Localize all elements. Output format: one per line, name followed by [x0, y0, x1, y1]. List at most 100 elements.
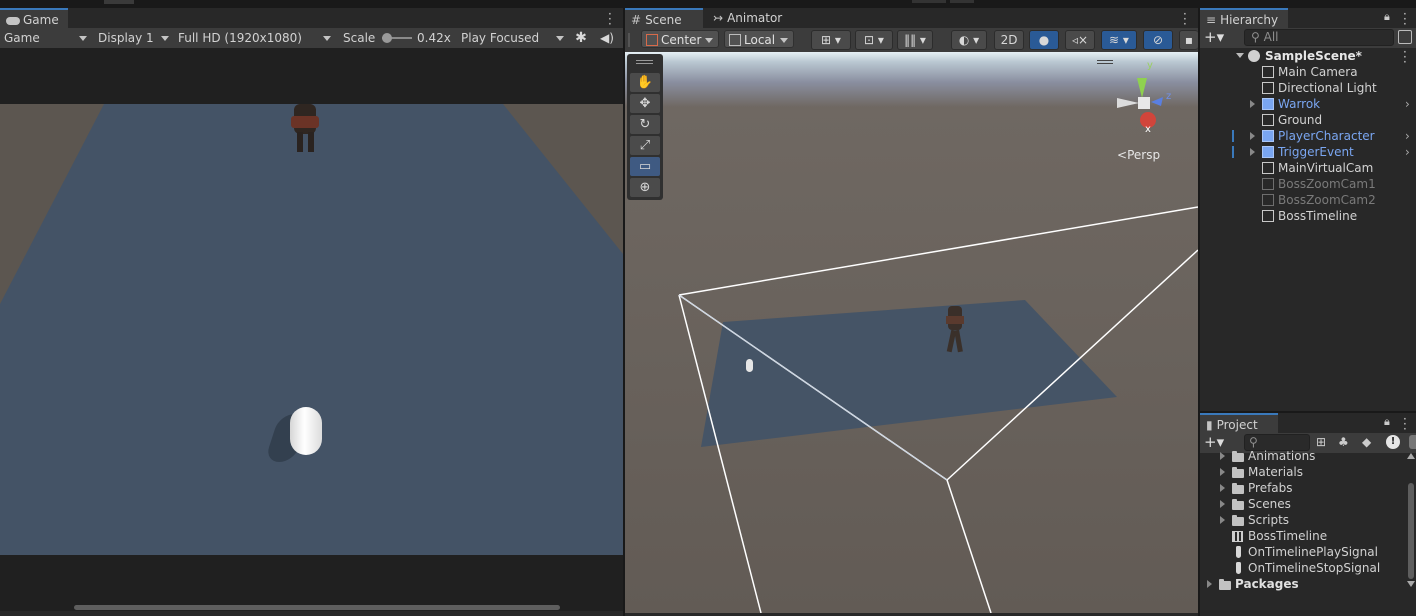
- expand-arrow-icon[interactable]: [1250, 148, 1255, 156]
- splitter-hierarchy-project[interactable]: [1200, 411, 1416, 413]
- expand-arrow-icon[interactable]: [1220, 468, 1225, 476]
- create-add-icon[interactable]: +▾: [1204, 28, 1224, 46]
- hierarchy-item[interactable]: MainVirtualCam: [1200, 160, 1416, 176]
- game-horizontal-scrollbar[interactable]: [74, 605, 560, 610]
- increment-snap-button[interactable]: ⊡ ▾: [855, 30, 893, 50]
- lock-icon[interactable]: 🔒︎: [1384, 415, 1390, 429]
- game-viewport[interactable]: [0, 48, 623, 611]
- label-tag-icon[interactable]: ◆: [1362, 435, 1371, 449]
- scale-slider[interactable]: [382, 33, 412, 43]
- warning-icon[interactable]: !: [1386, 435, 1400, 449]
- tab-project[interactable]: ▮ Project: [1200, 413, 1278, 433]
- hierarchy-item-label: Main Camera: [1278, 65, 1358, 79]
- kebab-menu-icon[interactable]: · · ·: [608, 8, 612, 30]
- expand-arrow-icon[interactable]: [1207, 580, 1212, 588]
- hierarchy-item[interactable]: PlayerCharacter ›: [1200, 128, 1416, 144]
- scene-root-row[interactable]: SampleScene* · · ·: [1200, 46, 1416, 68]
- search-by-type-icon[interactable]: ⊞: [1316, 435, 1326, 449]
- gameobject-cube-icon: [1262, 66, 1274, 78]
- play-mode-dropdown[interactable]: Play Focused: [461, 29, 567, 47]
- camera-toggle-icon[interactable]: ▪: [1179, 30, 1198, 50]
- project-folder-row[interactable]: Materials: [1200, 464, 1406, 480]
- draw-mode-button[interactable]: ◐ ▾: [951, 30, 987, 50]
- scene-kebab-icon[interactable]: · · ·: [1403, 46, 1407, 68]
- project-asset-row[interactable]: BossTimeline: [1200, 528, 1406, 544]
- ruler-button[interactable]: ‖‖ ▾: [897, 30, 933, 50]
- scale-slider-handle[interactable]: [382, 33, 392, 43]
- hierarchy-item[interactable]: Main Camera: [1200, 64, 1416, 80]
- scroll-right-icon[interactable]: [1409, 435, 1416, 449]
- project-vertical-scrollbar[interactable]: [1406, 453, 1416, 593]
- kebab-menu-icon[interactable]: · · ·: [1403, 413, 1407, 435]
- tab-game[interactable]: Game: [0, 8, 68, 28]
- scroll-up-icon[interactable]: [1407, 453, 1415, 459]
- expand-arrow-icon[interactable]: [1220, 484, 1225, 492]
- splitter-scene-hierarchy[interactable]: [1198, 8, 1200, 616]
- hierarchy-search-input[interactable]: ⚲ All: [1244, 29, 1394, 46]
- toggle-2d-button[interactable]: 2D: [994, 30, 1024, 50]
- expand-arrow-icon[interactable]: [1250, 100, 1255, 108]
- chevron-right-icon[interactable]: ›: [1405, 96, 1410, 112]
- rect-icon[interactable]: ▭: [630, 157, 660, 176]
- hand-icon[interactable]: ✋: [630, 73, 660, 92]
- lock-icon[interactable]: 🔒︎: [1384, 10, 1390, 24]
- rotate-icon[interactable]: ↻: [630, 115, 660, 134]
- orientation-gizmo[interactable]: y z x <Persp: [1097, 52, 1181, 172]
- display-dropdown[interactable]: Display 1: [98, 29, 172, 47]
- project-asset-row[interactable]: OnTimelineStopSignal: [1200, 560, 1406, 576]
- expand-arrow-icon[interactable]: [1220, 516, 1225, 524]
- scroll-down-icon[interactable]: [1407, 581, 1415, 587]
- search-icon: ⚲: [1251, 30, 1264, 44]
- gizmo-menu-icon[interactable]: [1097, 60, 1113, 61]
- pivot-dropdown[interactable]: Center: [641, 30, 719, 48]
- game-panel: Game · · · Game Display 1 Full HD (1920x10…: [0, 8, 623, 616]
- expand-arrow-icon[interactable]: [1250, 132, 1255, 140]
- project-folder-row[interactable]: Animations: [1200, 449, 1406, 464]
- hierarchy-item[interactable]: Directional Light: [1200, 80, 1416, 96]
- expand-arrow-icon[interactable]: [1220, 452, 1225, 460]
- project-folder-row[interactable]: Scripts: [1200, 512, 1406, 528]
- local-cube-icon: [729, 34, 741, 46]
- hierarchy-item[interactable]: BossTimeline: [1200, 208, 1416, 224]
- scroll-thumb[interactable]: [1408, 483, 1414, 579]
- hierarchy-item[interactable]: Warrok ›: [1200, 96, 1416, 112]
- expand-arrow-icon[interactable]: [1236, 53, 1244, 58]
- space-dropdown[interactable]: Local: [724, 30, 794, 48]
- filter-icon[interactable]: ♣: [1338, 435, 1349, 449]
- folder-label: Scripts: [1248, 513, 1290, 527]
- hierarchy-item[interactable]: TriggerEvent ›: [1200, 144, 1416, 160]
- search-options-icon[interactable]: [1398, 30, 1412, 44]
- tab-scene[interactable]: # Scene: [625, 8, 703, 28]
- hierarchy-item-label: MainVirtualCam: [1278, 161, 1374, 175]
- grid-snap-button[interactable]: ⊞ ▾: [811, 30, 851, 50]
- expand-arrow-icon[interactable]: [1220, 500, 1225, 508]
- chevron-right-icon[interactable]: ›: [1405, 128, 1410, 144]
- persp-label[interactable]: <Persp: [1117, 148, 1160, 162]
- project-asset-row[interactable]: OnTimelinePlaySignal: [1200, 544, 1406, 560]
- hierarchy-item-label: PlayerCharacter: [1278, 129, 1375, 143]
- resolution-dropdown[interactable]: Full HD (1920x1080): [178, 29, 334, 47]
- effects-toggle-icon[interactable]: ≋ ▾: [1101, 30, 1137, 50]
- kebab-menu-icon[interactable]: · · ·: [1183, 8, 1187, 30]
- bug-icon[interactable]: ✱: [571, 29, 591, 47]
- chevron-right-icon[interactable]: ›: [1405, 144, 1410, 160]
- packages-row[interactable]: Packages: [1200, 576, 1406, 592]
- game-mode-dropdown[interactable]: Game: [4, 29, 90, 47]
- scale-icon[interactable]: ⤢: [630, 136, 660, 155]
- hierarchy-item[interactable]: BossZoomCam1: [1200, 176, 1416, 192]
- project-folder-row[interactable]: Scenes: [1200, 496, 1406, 512]
- kebab-menu-icon[interactable]: · · ·: [1403, 8, 1407, 30]
- tab-hierarchy[interactable]: ≡ Hierarchy: [1200, 8, 1288, 28]
- speaker-icon[interactable]: ◀): [598, 29, 616, 47]
- lighting-toggle-icon[interactable]: ●: [1029, 30, 1059, 50]
- hierarchy-item[interactable]: BossZoomCam2: [1200, 192, 1416, 208]
- hierarchy-item[interactable]: Ground: [1200, 112, 1416, 128]
- visibility-toggle-icon[interactable]: ⊘: [1143, 30, 1173, 50]
- audio-toggle-icon[interactable]: ◃×: [1065, 30, 1095, 50]
- splitter-game-scene[interactable]: [623, 8, 625, 616]
- tab-animator[interactable]: ↣ Animator: [707, 8, 787, 28]
- transform-icon[interactable]: ⊕: [630, 178, 660, 197]
- project-folder-row[interactable]: Prefabs: [1200, 480, 1406, 496]
- scene-viewport[interactable]: ✋ ✥ ↻ ⤢ ▭ ⊕ y z x <Persp: [625, 52, 1198, 613]
- move-icon[interactable]: ✥: [630, 94, 660, 113]
